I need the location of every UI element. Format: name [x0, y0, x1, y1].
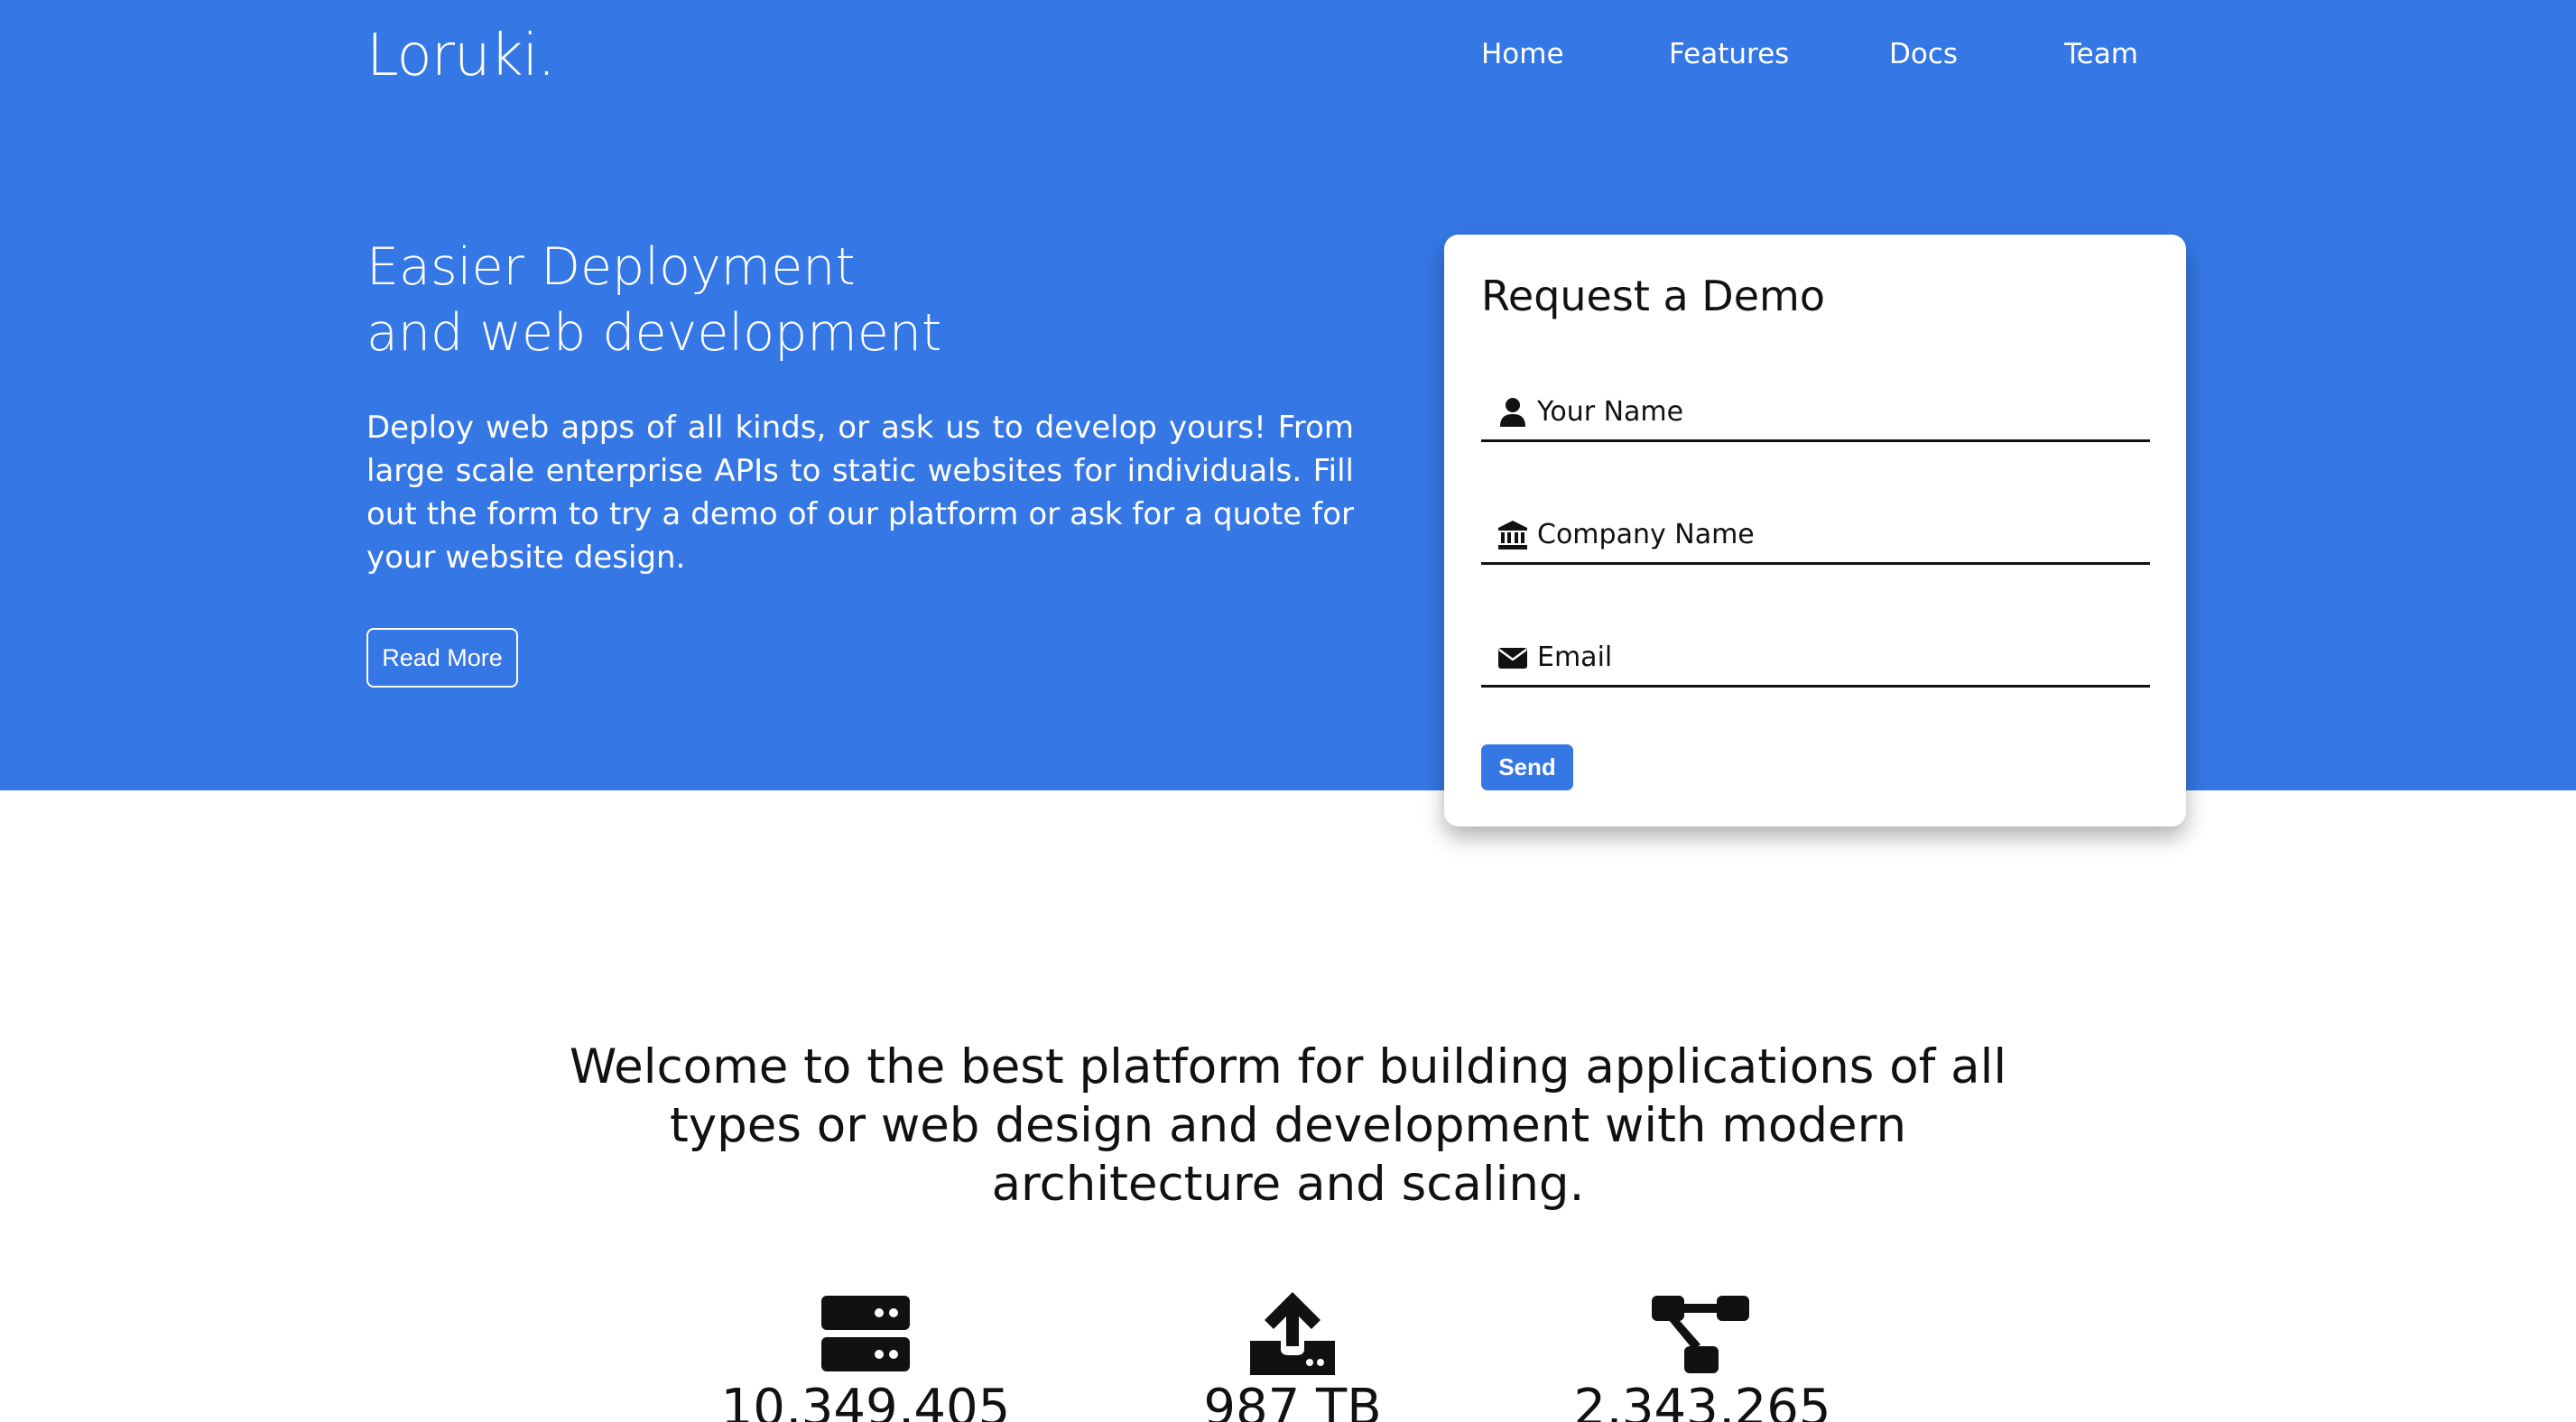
email-input[interactable] [1537, 635, 2133, 679]
hero-title-line-1: Easier Deployment [366, 237, 856, 297]
stat-value-storage: 987 TB [1203, 1379, 1382, 1422]
company-input[interactable] [1537, 512, 2133, 556]
welcome-heading: Welcome to the best platform for buildin… [566, 1038, 2010, 1214]
hero-section: Loruki. Home Features Docs Team Easier D… [0, 0, 2576, 790]
company-field[interactable] [1481, 507, 2150, 565]
brand-logo[interactable]: Loruki. [366, 20, 556, 92]
welcome-line-3: architecture and scaling. [991, 1157, 1585, 1212]
project-diagram-icon [1652, 1296, 1749, 1373]
hero-title-line-2: and web development [366, 303, 942, 363]
send-button[interactable]: Send [1481, 744, 1573, 790]
nav-item-docs[interactable]: Docs [1889, 34, 1958, 74]
read-more-button[interactable]: Read More [366, 628, 518, 688]
welcome-line-2: types or web design and development with… [669, 1098, 1907, 1153]
welcome-line-1: Welcome to the best platform for buildin… [569, 1039, 2007, 1094]
hero-title: Easier Deployment and web development [366, 235, 1359, 366]
nav-item-home[interactable]: Home [1481, 34, 1564, 74]
stat-value-projects: 2,343,265 [1573, 1379, 1831, 1422]
request-demo-card: Request a Demo Your Name Company Name Em… [1444, 235, 2186, 826]
hero-description: Deploy web apps of all kinds, or ask us … [366, 410, 1354, 576]
request-demo-title: Request a Demo [1481, 272, 1825, 320]
upload-icon [1250, 1292, 1335, 1375]
name-input[interactable] [1537, 390, 2133, 433]
nav-item-team[interactable]: Team [2064, 34, 2138, 74]
user-icon [1500, 398, 1525, 427]
name-field[interactable] [1481, 384, 2150, 442]
server-icon [821, 1296, 910, 1371]
nav-item-features[interactable]: Features [1669, 34, 1789, 74]
building-icon [1498, 521, 1527, 549]
envelope-icon [1498, 648, 1527, 669]
email-field[interactable] [1481, 630, 2150, 688]
stat-value-deployments: 10,349,405 [720, 1379, 1011, 1422]
page: Loruki. Home Features Docs Team Easier D… [0, 0, 2576, 1422]
